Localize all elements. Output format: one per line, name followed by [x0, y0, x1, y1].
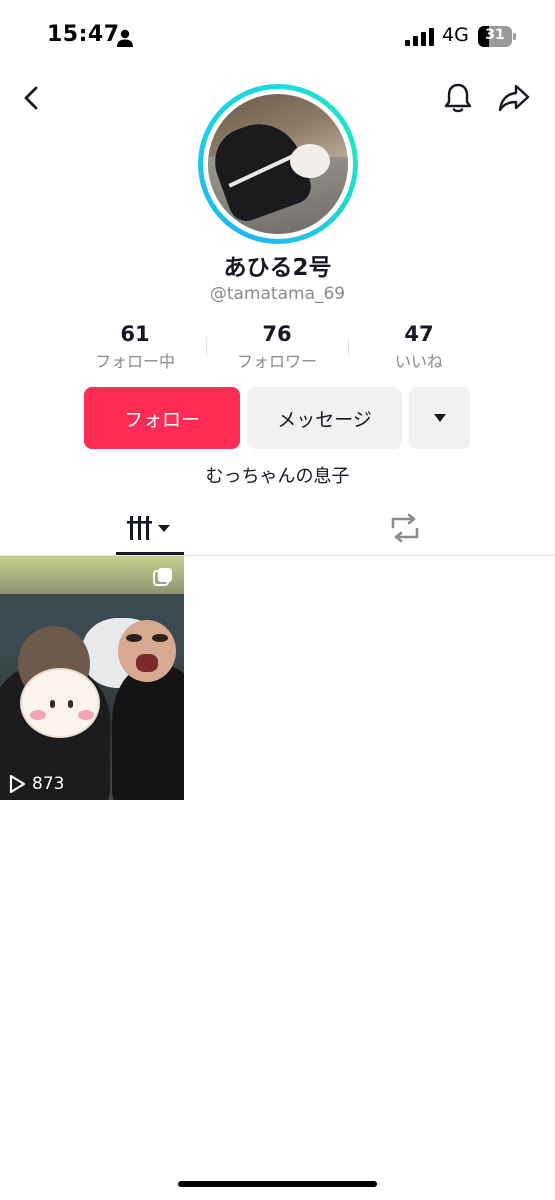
share-button[interactable]	[492, 76, 536, 120]
back-button[interactable]	[10, 76, 54, 120]
status-bar: 15:47 4G 31	[0, 0, 555, 72]
caret-down-icon	[433, 414, 446, 422]
bio: むっちゃんの息子	[205, 466, 350, 487]
stat-followers[interactable]: 76 フォロワー	[207, 322, 347, 372]
stat-value: 47	[404, 322, 434, 346]
video-thumbnail[interactable]: 873	[0, 556, 184, 800]
stat-label: フォロー中	[94, 352, 175, 371]
face-sticker	[118, 620, 176, 682]
status-time: 15:47	[47, 22, 120, 47]
view-count-text: 873	[32, 774, 65, 794]
stat-following[interactable]: 61 フォロー中	[65, 322, 205, 372]
person-icon	[117, 29, 133, 47]
view-count: 873	[8, 774, 64, 794]
tab-videos[interactable]	[116, 500, 184, 555]
avatar-photo	[208, 94, 348, 234]
home-indicator[interactable]	[178, 1181, 377, 1187]
notification-bell-button[interactable]	[436, 76, 480, 120]
repost-icon	[391, 513, 419, 542]
character-sticker	[20, 668, 100, 738]
photo-stack-icon	[153, 568, 172, 586]
follow-button[interactable]: フォロー	[84, 387, 240, 449]
play-icon	[9, 774, 26, 794]
share-icon	[498, 84, 530, 112]
back-icon	[24, 86, 38, 110]
stat-value: 61	[120, 322, 150, 346]
username: @tamatama_69	[209, 284, 346, 304]
display-name: あひる2号	[223, 255, 332, 281]
battery-level: 31	[485, 27, 505, 43]
battery-icon: 31	[478, 26, 516, 47]
videos-grid-icon	[127, 515, 170, 540]
avatar[interactable]	[198, 84, 358, 244]
stat-value: 76	[262, 322, 292, 346]
network-type: 4G	[442, 24, 469, 46]
stat-likes[interactable]: 47 いいね	[349, 322, 489, 372]
stat-label: フォロワー	[236, 352, 317, 371]
stat-label: いいね	[394, 352, 443, 371]
signal-icon	[405, 28, 434, 46]
bell-icon	[444, 83, 472, 113]
tab-reposts[interactable]	[380, 500, 430, 555]
message-button[interactable]: メッセージ	[247, 387, 402, 449]
more-options-button[interactable]	[409, 387, 470, 449]
